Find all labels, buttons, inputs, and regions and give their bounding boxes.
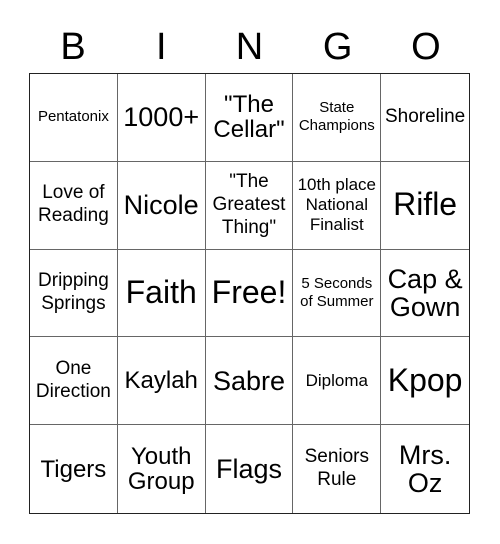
bingo-cell[interactable]: Mrs. Oz	[381, 425, 469, 513]
bingo-cell[interactable]: "The Greatest Thing"	[205, 161, 294, 250]
bingo-cell[interactable]: Pentatonix	[30, 74, 118, 162]
bingo-cell[interactable]: Tigers	[30, 425, 118, 513]
bingo-cell[interactable]: Dripping Springs	[30, 249, 118, 338]
bingo-cell[interactable]: 10th place National Finalist	[293, 161, 382, 250]
bingo-cell[interactable]: "The Cellar"	[205, 74, 294, 162]
bingo-cell[interactable]: Love of Reading	[30, 161, 118, 250]
bingo-board: Pentatonix 1000+ "The Cellar" State Cham…	[29, 73, 470, 514]
header-letter-n: N	[235, 26, 264, 68]
bingo-cell[interactable]: Kaylah	[117, 337, 206, 426]
header-letter-i: I	[156, 26, 167, 68]
bingo-cell[interactable]: 1000+	[117, 74, 206, 162]
bingo-cell[interactable]: Cap & Gown	[381, 250, 469, 338]
header-letter-g: G	[322, 26, 353, 68]
bingo-cell[interactable]: Flags	[206, 425, 294, 513]
bingo-cell[interactable]: State Champions	[293, 74, 382, 162]
bingo-cell[interactable]: Shoreline	[381, 74, 469, 162]
bingo-cell[interactable]: One Direction	[30, 337, 118, 426]
bingo-cell[interactable]: Diploma	[293, 337, 382, 426]
bingo-cell[interactable]: Faith	[117, 249, 206, 338]
header-letter-b: B	[60, 26, 86, 68]
bingo-cell[interactable]: Sabre	[205, 337, 294, 426]
bingo-cell[interactable]: Youth Group	[118, 425, 206, 513]
free-space-cell[interactable]: Free!	[205, 249, 294, 338]
bingo-cell[interactable]: Rifle	[381, 162, 469, 250]
bingo-cell[interactable]: Kpop	[381, 337, 469, 426]
bingo-header: B I N G O	[29, 24, 470, 70]
header-letter-o: O	[411, 26, 441, 68]
bingo-cell[interactable]: 5 Seconds of Summer	[293, 249, 382, 338]
bingo-cell[interactable]: Nicole	[117, 161, 206, 250]
bingo-cell[interactable]: Seniors Rule	[293, 425, 382, 513]
